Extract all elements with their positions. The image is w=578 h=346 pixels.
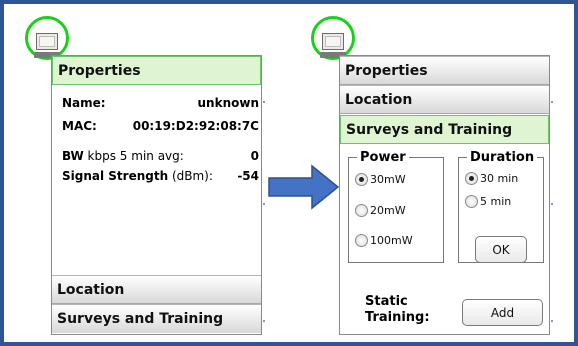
name-label: Name: bbox=[62, 96, 106, 110]
power-option-label: 20mW bbox=[370, 204, 406, 217]
radio-unselected-icon[interactable] bbox=[355, 234, 368, 247]
right-properties-panel: Properties Location Surveys and Training… bbox=[339, 55, 550, 335]
radio-selected-icon[interactable] bbox=[355, 173, 368, 186]
edge-tick bbox=[551, 320, 553, 322]
location-header[interactable]: Location bbox=[340, 85, 549, 114]
mac-row: MAC: 00:19:D2:92:08:7C bbox=[62, 119, 259, 133]
right-arrow-icon bbox=[268, 164, 340, 210]
power-legend: Power bbox=[357, 150, 409, 165]
edge-tick bbox=[263, 320, 265, 322]
signal-value: -54 bbox=[237, 169, 259, 183]
name-value: unknown bbox=[197, 96, 259, 110]
properties-header[interactable]: Properties bbox=[340, 56, 549, 85]
signal-label: Signal Strength bbox=[62, 169, 169, 183]
name-row: Name: unknown bbox=[62, 96, 259, 110]
power-option-label: 100mW bbox=[370, 234, 413, 247]
bw-label: BW bbox=[62, 149, 84, 163]
mac-label: MAC: bbox=[62, 119, 97, 133]
radio-unselected-icon[interactable] bbox=[465, 195, 478, 208]
power-option-30mw[interactable]: 30mW bbox=[355, 173, 406, 186]
duration-legend: Duration bbox=[467, 150, 538, 165]
edge-tick bbox=[263, 101, 265, 103]
static-training-label: Static Training: bbox=[365, 294, 430, 326]
mac-value: 00:19:D2:92:08:7C bbox=[132, 119, 259, 133]
computer-icon[interactable] bbox=[322, 33, 344, 50]
edge-tick bbox=[263, 203, 265, 205]
duration-option-30min[interactable]: 30 min bbox=[465, 172, 518, 185]
bw-value: 0 bbox=[250, 149, 259, 163]
static-label-line2: Training: bbox=[365, 310, 430, 325]
add-button[interactable]: Add bbox=[462, 299, 543, 326]
radio-unselected-icon[interactable] bbox=[355, 204, 368, 217]
duration-option-label: 30 min bbox=[480, 172, 519, 185]
signal-row: Signal Strength (dBm): -54 bbox=[62, 169, 259, 183]
duration-option-5min[interactable]: 5 min bbox=[465, 195, 511, 208]
surveys-header[interactable]: Surveys and Training bbox=[52, 304, 261, 333]
left-properties-panel: Properties Name: unknown MAC: 00:19:D2:9… bbox=[51, 55, 262, 335]
static-label-line1: Static bbox=[365, 294, 408, 309]
power-option-label: 30mW bbox=[370, 173, 406, 186]
power-option-100mw[interactable]: 100mW bbox=[355, 234, 413, 247]
ok-button[interactable]: OK bbox=[475, 236, 527, 263]
power-option-20mw[interactable]: 20mW bbox=[355, 204, 406, 217]
bw-row: BW kbps 5 min avg: 0 bbox=[62, 149, 259, 163]
edge-tick bbox=[551, 203, 553, 205]
radio-selected-icon[interactable] bbox=[465, 172, 478, 185]
duration-option-label: 5 min bbox=[480, 195, 512, 208]
signal-label-units: (dBm): bbox=[168, 169, 213, 183]
bw-label-units: kbps 5 min avg: bbox=[83, 149, 184, 163]
properties-header[interactable]: Properties bbox=[52, 56, 261, 85]
edge-tick bbox=[551, 101, 553, 103]
surveys-header[interactable]: Surveys and Training bbox=[340, 115, 549, 144]
location-header[interactable]: Location bbox=[52, 275, 261, 304]
computer-icon[interactable] bbox=[36, 33, 58, 50]
